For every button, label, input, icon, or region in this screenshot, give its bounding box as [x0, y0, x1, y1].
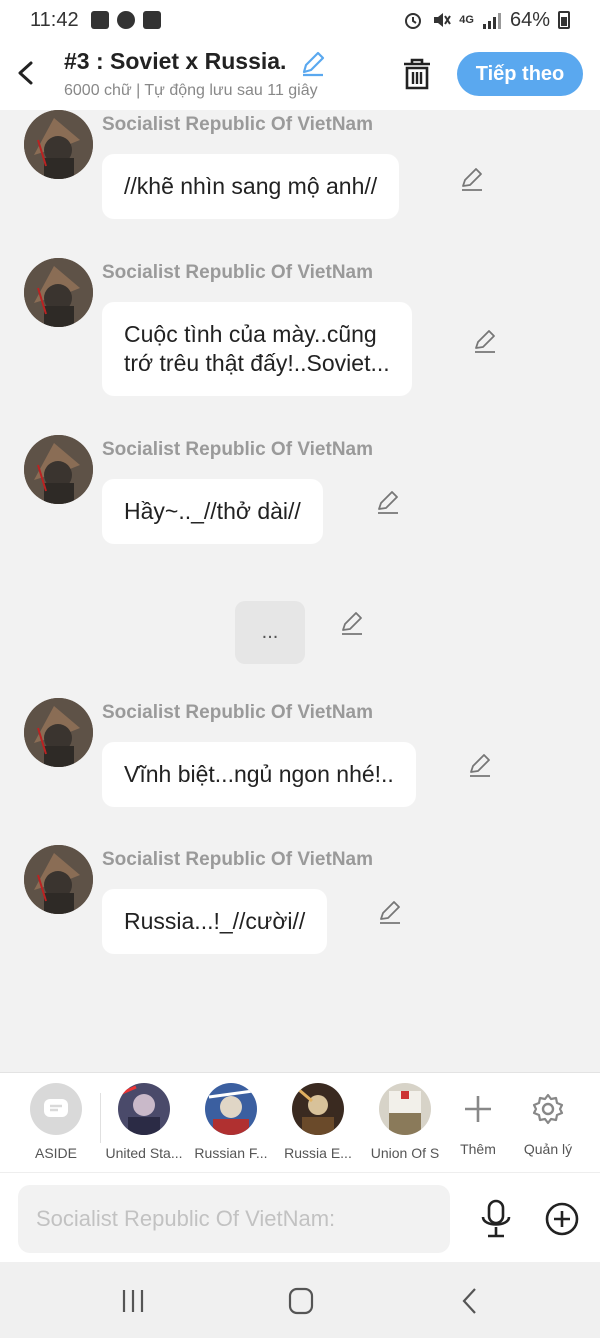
- chapter-title-row[interactable]: #3 : Soviet x Russia.: [64, 48, 327, 77]
- sender-name: Socialist Republic Of VietNam: [102, 114, 374, 135]
- avatar[interactable]: [24, 258, 93, 327]
- gear-icon: [522, 1083, 574, 1135]
- status-time: 11:42: [30, 8, 79, 31]
- avatar[interactable]: [24, 435, 93, 504]
- back-nav-button[interactable]: [455, 1286, 487, 1316]
- edit-message-icon[interactable]: [377, 899, 403, 925]
- character-item[interactable]: Russia E...: [275, 1083, 361, 1161]
- sender-name: Socialist Republic Of VietNam: [102, 849, 374, 870]
- character-label: Russia E...: [284, 1145, 352, 1161]
- message-text: Russia...!_//cười//: [124, 908, 306, 934]
- back-nav-icon: [462, 1288, 476, 1314]
- signal-icon: [482, 13, 501, 29]
- message-bubble[interactable]: Vĩnh biệt...ngủ ngon nhé!..: [102, 742, 416, 807]
- plus-icon: [452, 1083, 504, 1135]
- character-item[interactable]: United Sta...: [101, 1083, 187, 1161]
- avatar[interactable]: [24, 845, 93, 914]
- checkbox-notification-icon: [142, 11, 161, 29]
- sender-name: Socialist Republic Of VietNam: [102, 262, 374, 283]
- character-avatar: [292, 1083, 344, 1135]
- character-label: ASIDE: [34, 1145, 77, 1161]
- editor-header: #3 : Soviet x Russia. 6000 chữ | Tự động…: [0, 40, 600, 110]
- character-avatar: [205, 1083, 257, 1135]
- character-item[interactable]: Russian F...: [188, 1083, 274, 1161]
- edit-message-icon[interactable]: [467, 752, 493, 778]
- manage-button[interactable]: Quản lý: [505, 1083, 591, 1157]
- chat-area[interactable]: Socialist Republic Of VietNam //khẽ nhìn…: [0, 110, 600, 1072]
- message-input[interactable]: [18, 1185, 450, 1253]
- status-bar: 11:42 4G 64%: [0, 0, 600, 40]
- message-text-line: trớ trêu thật đấy!..Soviet...: [124, 350, 390, 376]
- trash-icon: [404, 58, 430, 90]
- home-icon: [288, 1287, 314, 1315]
- edit-aside-icon[interactable]: [339, 610, 365, 636]
- gallery-icon: [90, 11, 109, 29]
- edit-message-icon[interactable]: [459, 166, 485, 192]
- character-avatar: [379, 1083, 431, 1135]
- character-avatar: [118, 1083, 170, 1135]
- sender-name: Socialist Republic Of VietNam: [102, 439, 374, 460]
- battery-percent: 64%: [509, 8, 550, 31]
- add-button[interactable]: [544, 1201, 580, 1237]
- chevron-left-icon: [18, 61, 33, 85]
- recent-apps-icon: [122, 1290, 144, 1312]
- aside-bubble[interactable]: ...: [235, 601, 305, 664]
- delete-button[interactable]: [400, 56, 434, 92]
- character-aside[interactable]: ASIDE: [13, 1083, 99, 1161]
- message-bubble[interactable]: //khẽ nhìn sang mộ anh//: [102, 154, 400, 219]
- avatar[interactable]: [24, 110, 93, 179]
- alarm-icon: [405, 13, 422, 29]
- message-text: //khẽ nhìn sang mộ anh//: [124, 173, 378, 199]
- system-nav-bar: [0, 1262, 600, 1338]
- home-button[interactable]: [285, 1286, 317, 1316]
- battery-icon: [558, 11, 570, 29]
- chapter-title: #3 : Soviet x Russia.: [64, 48, 287, 74]
- input-row: [0, 1172, 600, 1262]
- edit-message-icon[interactable]: [472, 328, 498, 354]
- plus-circle-icon: [545, 1202, 579, 1236]
- voice-button[interactable]: [478, 1199, 514, 1239]
- network-type: 4G: [459, 14, 474, 26]
- next-button[interactable]: Tiếp theo: [457, 52, 583, 96]
- sender-name: Socialist Republic Of VietNam: [102, 702, 374, 723]
- word-count-autosave: 6000 chữ | Tự động lưu sau 11 giây: [64, 82, 318, 99]
- mute-icon: [434, 13, 452, 27]
- message-bubble[interactable]: Hầy~.._//thở dài//: [102, 479, 323, 544]
- message-text-line: Cuộc tình của mày..cũng: [124, 321, 377, 347]
- edit-message-icon[interactable]: [375, 489, 401, 515]
- recent-apps-button[interactable]: [117, 1286, 149, 1316]
- character-bar: ASIDE United Sta... Russian F... Russia …: [0, 1072, 600, 1172]
- back-button[interactable]: [14, 58, 38, 88]
- avatar[interactable]: [24, 698, 93, 767]
- microphone-icon: [481, 1199, 511, 1238]
- character-label: United Sta...: [105, 1145, 183, 1161]
- chat-notification-icon: [116, 11, 135, 29]
- message-text: Vĩnh biệt...ngủ ngon nhé!..: [124, 761, 394, 787]
- message-text: Hầy~.._//thở dài//: [124, 498, 301, 524]
- message-bubble[interactable]: Cuộc tình của mày..cũng trớ trêu thật đấ…: [102, 302, 412, 396]
- message-bubble[interactable]: Russia...!_//cười//: [102, 889, 328, 954]
- character-label: Russian F...: [194, 1145, 268, 1161]
- manage-label: Quản lý: [523, 1141, 573, 1157]
- aside-icon: [30, 1083, 82, 1135]
- edit-title-icon[interactable]: [299, 49, 327, 77]
